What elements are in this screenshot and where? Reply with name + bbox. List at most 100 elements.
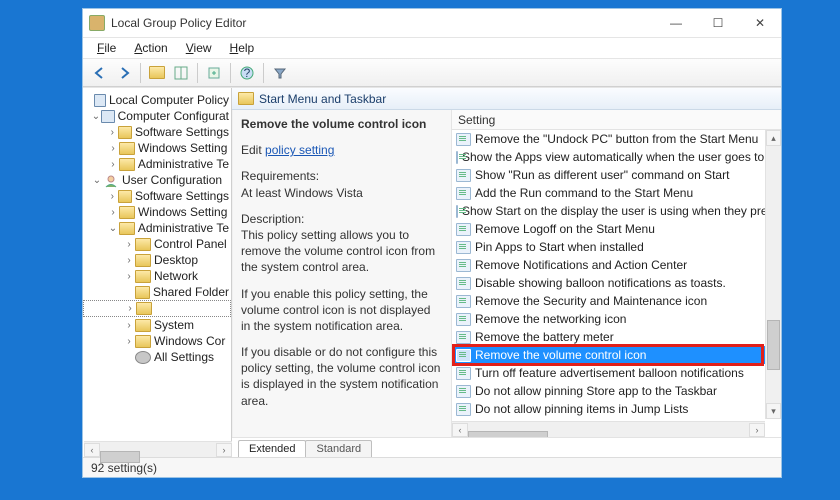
help-button[interactable]: ? [236, 62, 258, 84]
column-header-setting[interactable]: Setting [452, 110, 781, 130]
folder-icon [118, 190, 132, 203]
tree-pane[interactable]: Local Computer Policy ⌄Computer Configur… [83, 88, 232, 457]
tab-standard[interactable]: Standard [305, 440, 372, 457]
setting-item[interactable]: Remove Notifications and Action Center [452, 256, 781, 274]
folder-icon [135, 270, 151, 283]
folder-icon [135, 335, 151, 348]
setting-label: Remove the battery meter [475, 330, 614, 344]
setting-item[interactable]: Add the Run command to the Start Menu [452, 184, 781, 202]
policy-icon [456, 295, 471, 308]
menu-action[interactable]: Action [126, 39, 175, 57]
edit-label: Edit [241, 143, 262, 157]
list-scroll-left[interactable]: ‹ [452, 423, 468, 437]
tree-uc-windows[interactable]: ›Windows Setting [83, 204, 231, 220]
folder-icon [119, 222, 135, 235]
setting-item[interactable]: Remove the "Undock PC" button from the S… [452, 130, 781, 148]
tree-control-panel[interactable]: ›Control Panel [83, 236, 231, 252]
tree-uc-admin[interactable]: ⌄Administrative Te [83, 220, 231, 236]
setting-label: Remove the "Undock PC" button from the S… [475, 132, 758, 146]
menu-view[interactable]: View [178, 39, 220, 57]
tree-network[interactable]: ›Network [83, 268, 231, 284]
requirements-value: At least Windows Vista [241, 185, 443, 201]
setting-item[interactable]: Do not allow pinning Store app to the Ta… [452, 382, 781, 400]
settings-list[interactable]: Setting Remove the "Undock PC" button fr… [452, 110, 781, 437]
folder-icon [119, 206, 135, 219]
folder-icon [118, 126, 132, 139]
description-p3: If you disable or do not configure this … [241, 344, 443, 409]
setting-item[interactable]: Show the Apps view automatically when th… [452, 148, 781, 166]
list-hscroll-thumb[interactable] [468, 431, 548, 438]
tree-cc-windows[interactable]: ›Windows Setting [83, 140, 231, 156]
setting-item[interactable]: Remove the battery meter [452, 328, 781, 346]
setting-label: Remove Notifications and Action Center [475, 258, 687, 272]
app-icon [89, 15, 105, 31]
setting-label: Pin Apps to Start when installed [475, 240, 644, 254]
menubar: File Action View Help [83, 37, 781, 59]
up-button[interactable] [146, 62, 168, 84]
tree-shared-folders[interactable]: Shared Folder [83, 284, 231, 300]
tab-extended[interactable]: Extended [238, 440, 306, 457]
tree-system[interactable]: ›System [83, 317, 231, 333]
tree-start-menu-taskbar[interactable]: › [83, 300, 231, 317]
setting-item[interactable]: Turn off feature advertisement balloon n… [452, 364, 781, 382]
folder-icon [135, 319, 151, 332]
tree-user-config[interactable]: ⌄User Configuration [83, 172, 231, 188]
detail-pane: Remove the volume control icon Edit poli… [232, 110, 452, 437]
toolbar: ? [83, 59, 781, 87]
setting-label: Remove the volume control icon [475, 348, 646, 362]
folder-icon [135, 254, 151, 267]
setting-label: Show Start on the display the user is us… [462, 204, 781, 218]
list-scroll-right[interactable]: › [749, 423, 765, 437]
tree-uc-software[interactable]: ›Software Settings [83, 188, 231, 204]
setting-item[interactable]: Do not allow pinning items in Jump Lists [452, 400, 781, 418]
close-button[interactable]: ✕ [739, 9, 781, 37]
svg-text:?: ? [244, 66, 251, 80]
back-button[interactable] [89, 62, 111, 84]
tree-root[interactable]: Local Computer Policy [83, 92, 231, 108]
minimize-button[interactable]: — [655, 9, 697, 37]
policy-title: Remove the volume control icon [241, 116, 443, 132]
tree-scroll-left[interactable]: ‹ [84, 443, 100, 457]
menu-help[interactable]: Help [222, 39, 263, 57]
maximize-button[interactable]: ☐ [697, 9, 739, 37]
edit-policy-link[interactable]: policy setting [265, 143, 334, 157]
tree-desktop[interactable]: ›Desktop [83, 252, 231, 268]
setting-item[interactable]: Show Start on the display the user is us… [452, 202, 781, 220]
tree-cc-admin[interactable]: ›Administrative Te [83, 156, 231, 172]
computer-icon [101, 110, 115, 123]
folder-icon [135, 286, 150, 299]
setting-item[interactable]: Remove the volume control icon [452, 346, 781, 364]
setting-item[interactable]: Remove the Security and Maintenance icon [452, 292, 781, 310]
menu-file[interactable]: File [89, 39, 124, 57]
setting-item[interactable]: Disable showing balloon notifications as… [452, 274, 781, 292]
gpedit-window: Local Group Policy Editor — ☐ ✕ File Act… [82, 8, 782, 478]
setting-item[interactable]: Show "Run as different user" command on … [452, 166, 781, 184]
setting-label: Disable showing balloon notifications as… [475, 276, 726, 290]
policy-icon [94, 94, 106, 107]
tree-cc-software[interactable]: ›Software Settings [83, 124, 231, 140]
description-label: Description: [241, 211, 443, 227]
setting-item[interactable]: Remove the networking icon [452, 310, 781, 328]
titlebar[interactable]: Local Group Policy Editor — ☐ ✕ [83, 9, 781, 37]
forward-button[interactable] [113, 62, 135, 84]
tree-windows-components[interactable]: ›Windows Cor [83, 333, 231, 349]
tree-computer-config[interactable]: ⌄Computer Configurat [83, 108, 231, 124]
policy-icon [456, 187, 471, 200]
filter-button[interactable] [269, 62, 291, 84]
tree-scroll-thumb[interactable] [100, 451, 140, 458]
requirements-label: Requirements: [241, 168, 443, 184]
show-hide-button[interactable] [170, 62, 192, 84]
setting-label: Show "Run as different user" command on … [475, 168, 729, 182]
scroll-up-button[interactable]: ▴ [766, 130, 781, 146]
scroll-thumb[interactable] [767, 320, 780, 370]
setting-item[interactable]: Pin Apps to Start when installed [452, 238, 781, 256]
export-button[interactable] [203, 62, 225, 84]
policy-icon [456, 349, 471, 362]
tree-all-settings[interactable]: All Settings [83, 349, 231, 365]
list-vscrollbar[interactable]: ▴ ▾ [765, 130, 781, 419]
folder-icon [136, 302, 152, 315]
tree-scroll-right[interactable]: › [216, 443, 232, 457]
setting-label: Do not allow pinning items in Jump Lists [475, 402, 688, 416]
setting-item[interactable]: Remove Logoff on the Start Menu [452, 220, 781, 238]
scroll-down-button[interactable]: ▾ [766, 403, 781, 419]
